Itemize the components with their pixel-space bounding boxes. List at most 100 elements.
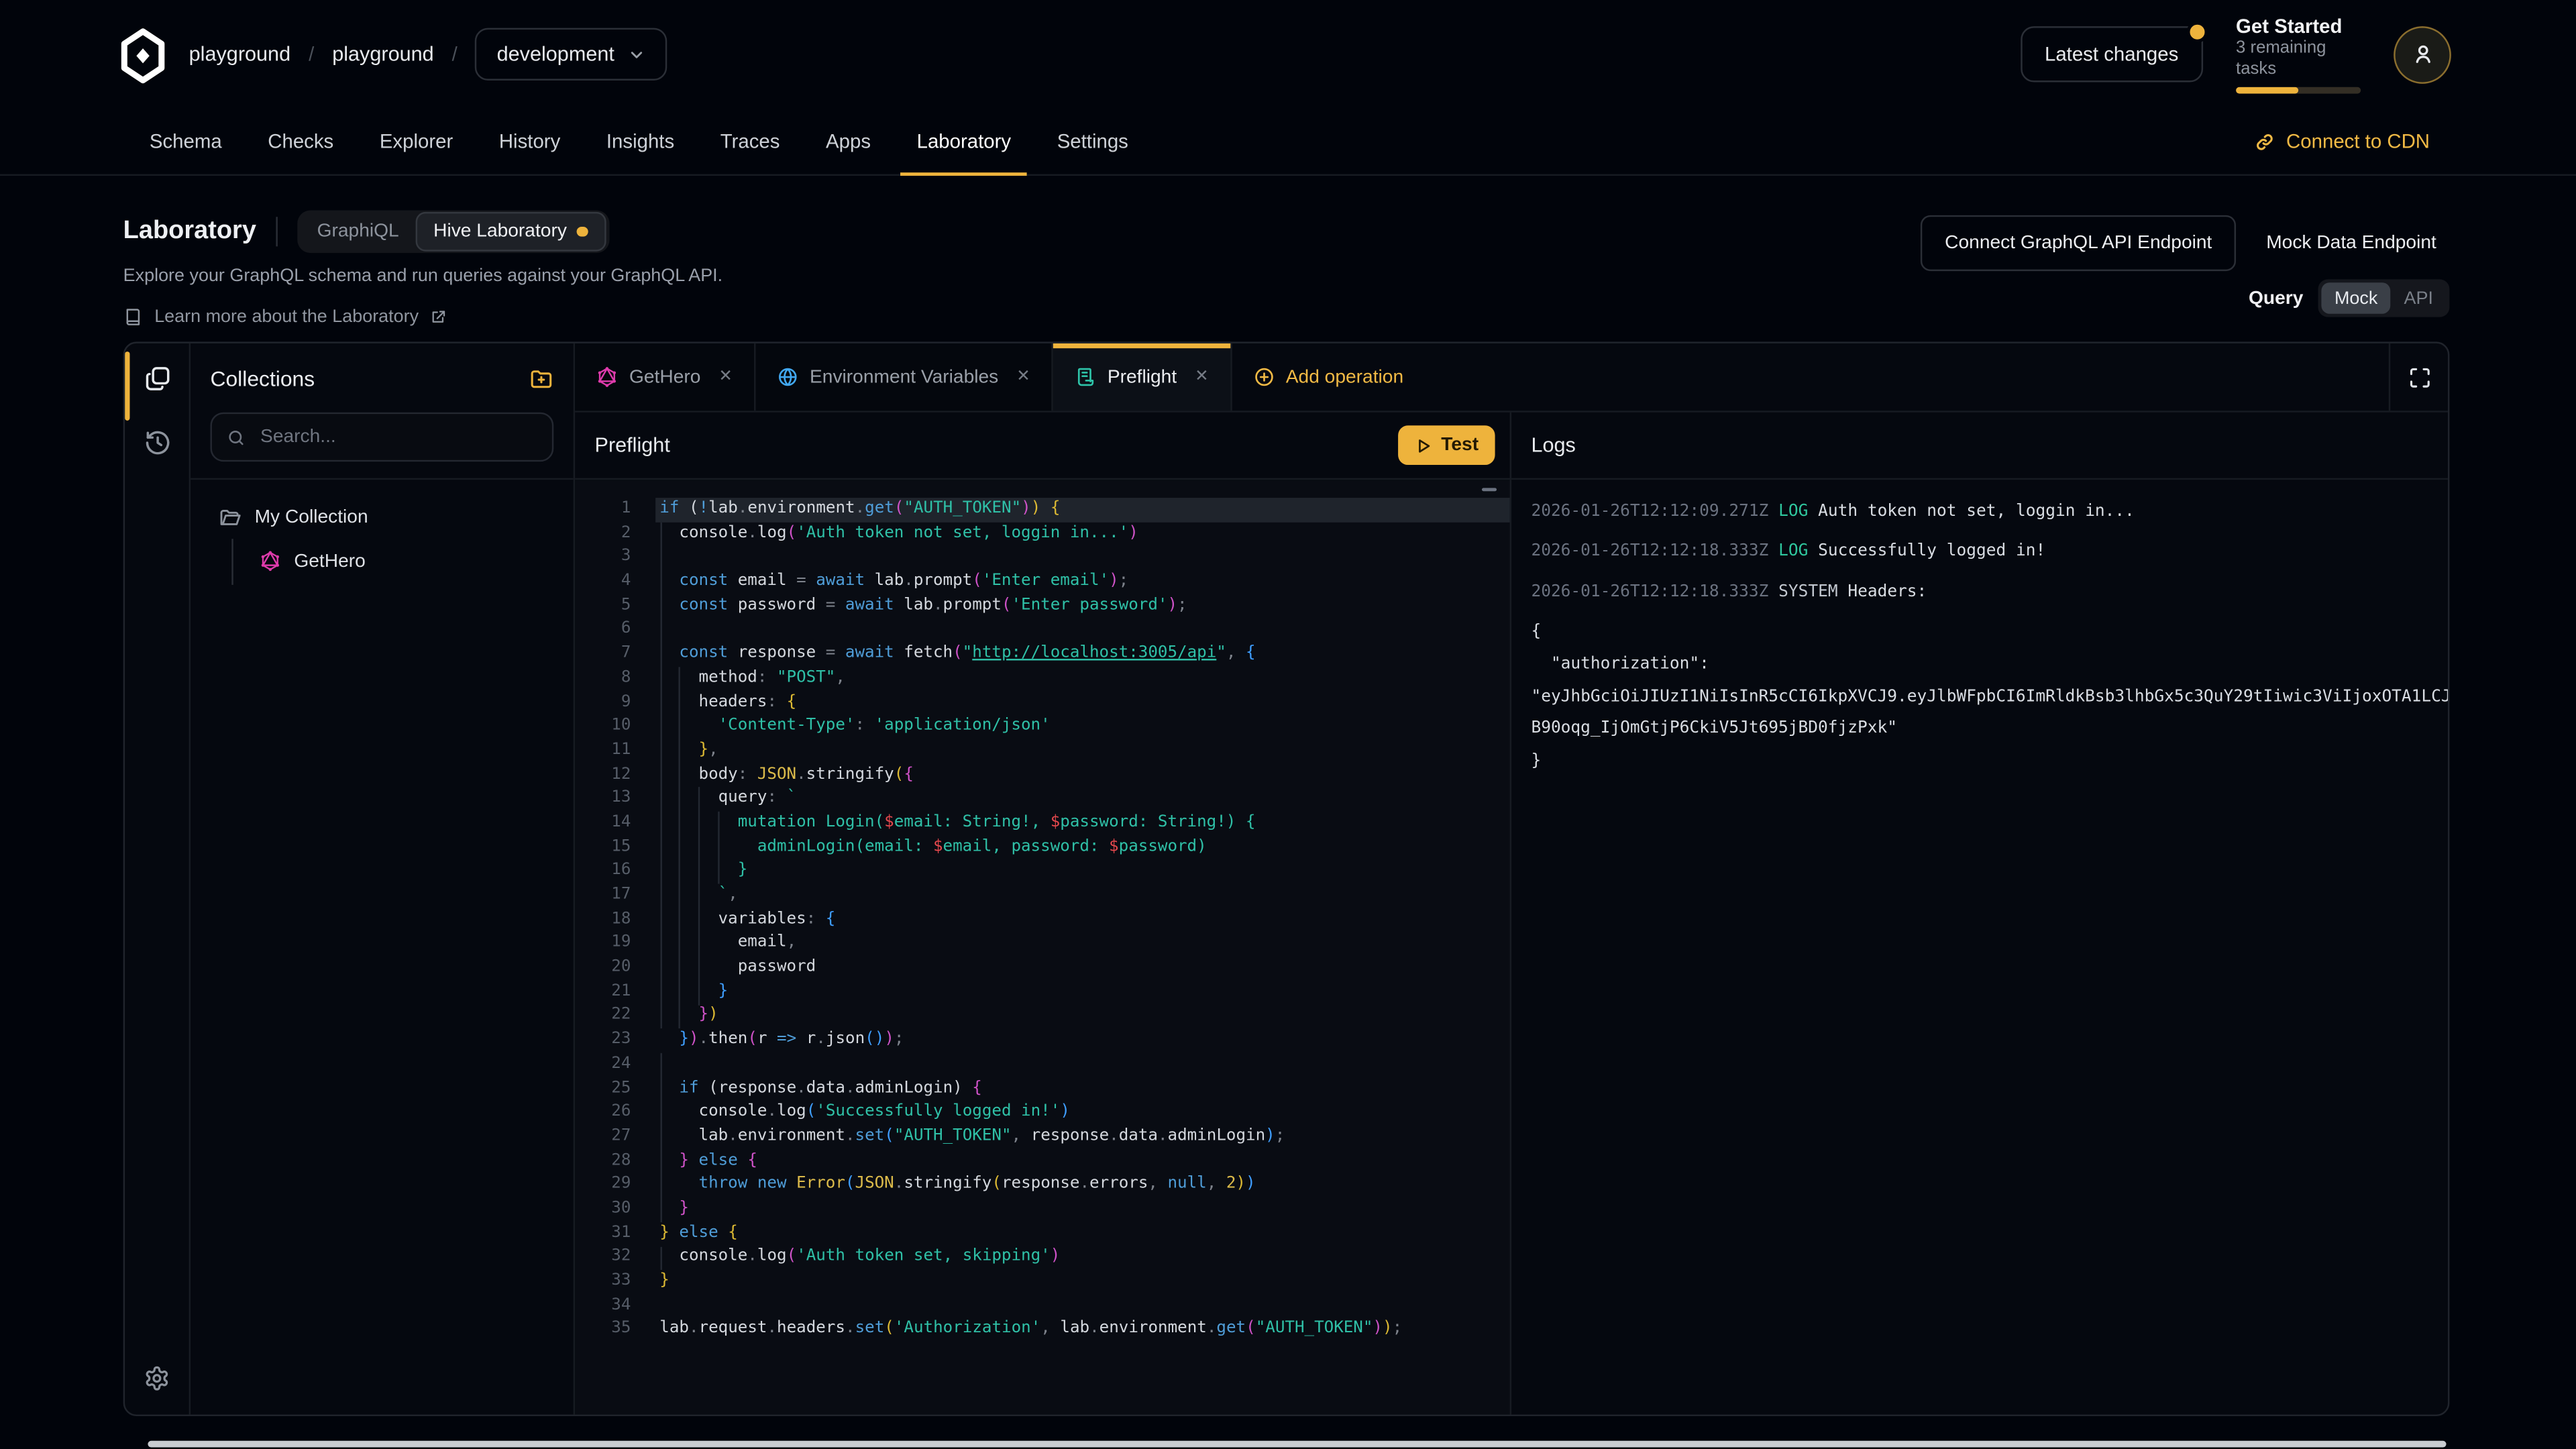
close-icon[interactable]: ✕	[718, 368, 733, 386]
external-link-icon	[430, 309, 446, 325]
query-target-toggle: Mock API	[2318, 279, 2449, 317]
operation-tab-label: GetHero	[629, 367, 700, 386]
log-message: Successfully logged in!	[1818, 543, 2045, 561]
operation-tab-gethero[interactable]: GetHero ✕	[575, 343, 755, 411]
collection-folder-row[interactable]: My Collection	[204, 494, 560, 539]
query-target-mock[interactable]: Mock	[2321, 282, 2391, 314]
close-icon[interactable]: ✕	[1195, 368, 1209, 386]
left-icon-rail	[125, 343, 191, 1415]
code-text: }).then(r => r.json());	[659, 1028, 904, 1053]
code-line: 34	[575, 1294, 1509, 1318]
nav-tab-history[interactable]: History	[476, 109, 584, 174]
collections-icon[interactable]	[143, 365, 171, 393]
latest-changes-button[interactable]: Latest changes	[2020, 26, 2203, 82]
mode-option-graphiql[interactable]: GraphiQL	[301, 213, 415, 250]
nav-tab-settings[interactable]: Settings	[1034, 109, 1151, 174]
line-number: 18	[575, 908, 631, 932]
nav-tab-schema[interactable]: Schema	[127, 109, 245, 174]
test-button[interactable]: Test	[1399, 425, 1495, 465]
code-text: lab.request.headers.set('Authorization',…	[659, 1318, 1402, 1342]
line-number: 3	[575, 546, 631, 570]
line-number: 11	[575, 739, 631, 763]
code-text: const email = await lab.prompt('Enter em…	[659, 570, 1128, 594]
code-line: 3	[575, 546, 1509, 570]
user-avatar[interactable]	[2394, 25, 2451, 83]
nav-tab-explorer[interactable]: Explorer	[357, 109, 476, 174]
log-message: Headers:	[1847, 583, 1927, 601]
mode-option-label: Hive Laboratory	[433, 222, 567, 241]
log-level: LOG	[1778, 502, 1808, 521]
query-target-api[interactable]: API	[2391, 282, 2447, 314]
line-number: 6	[575, 619, 631, 643]
fullscreen-button[interactable]	[2389, 343, 2448, 411]
nav-tab-laboratory[interactable]: Laboratory	[894, 109, 1034, 174]
get-started-subtitle: 3 remaining tasks	[2236, 38, 2361, 80]
line-number: 4	[575, 570, 631, 594]
header-right: Latest changes Get Started 3 remaining t…	[2020, 0, 2451, 109]
collections-tree: My Collection GetHero	[191, 480, 574, 1414]
log-entry: 2026-01-26T12:12:18.333Z SYSTEM Headers:	[1531, 577, 2448, 609]
preflight-code-editor[interactable]: 1if (!lab.environment.get("AUTH_TOKEN"))…	[575, 480, 1511, 1414]
code-text: body: JSON.stringify({	[659, 763, 914, 788]
code-text: console.log('Successfully logged in!')	[659, 1101, 1070, 1125]
line-number: 15	[575, 836, 631, 860]
line-number: 33	[575, 1270, 631, 1294]
breadcrumb-project[interactable]: playground	[332, 43, 433, 66]
settings-gear-icon[interactable]	[143, 1365, 171, 1393]
connect-graphql-endpoint-button[interactable]: Connect GraphQL API Endpoint	[1920, 215, 2237, 271]
operation-tab-label: Environment Variables	[810, 367, 998, 386]
code-line: 21 }	[575, 980, 1509, 1004]
collections-title: Collections	[210, 366, 315, 390]
connect-to-cdn-link[interactable]: Connect to CDN	[2253, 109, 2430, 174]
new-collection-icon[interactable]	[529, 366, 554, 390]
notification-dot	[2187, 21, 2208, 43]
operation-tab-environment-variables[interactable]: Environment Variables ✕	[755, 343, 1053, 411]
code-text: throw new Error(JSON.stringify(response.…	[659, 1173, 1255, 1197]
code-text: query: `	[659, 788, 796, 812]
code-text: lab.environment.set("AUTH_TOKEN", respon…	[659, 1125, 1285, 1149]
fold-handle-icon[interactable]	[1482, 488, 1497, 491]
code-text: console.log('Auth token not set, loggin …	[659, 522, 1138, 546]
mock-data-endpoint-button[interactable]: Mock Data Endpoint	[2266, 233, 2436, 253]
log-timestamp: 2026-01-26T12:12:09.271Z	[1531, 502, 1768, 521]
code-text: variables: {	[659, 908, 835, 932]
learn-more-link[interactable]: Learn more about the Laboratory	[123, 307, 722, 327]
close-icon[interactable]: ✕	[1016, 368, 1030, 386]
line-number: 26	[575, 1101, 631, 1125]
code-text: const response = await fetch("http://loc…	[659, 643, 1255, 667]
hive-logo-icon[interactable]	[115, 28, 170, 84]
code-line: 31} else {	[575, 1222, 1509, 1246]
add-operation-button[interactable]: Add operation	[1253, 343, 1403, 411]
nav-tab-checks[interactable]: Checks	[245, 109, 357, 174]
operation-tab-preflight[interactable]: Preflight✕	[1053, 343, 1232, 411]
search-icon	[227, 427, 246, 448]
line-number: 10	[575, 715, 631, 739]
log-json-line: "eyJhbGciOiJIUzI1NiIsInR5cCI6IkpXVCJ9.ey…	[1531, 681, 2448, 713]
target-selector[interactable]: development	[476, 28, 667, 80]
mode-option-hive-laboratory[interactable]: Hive Laboratory	[415, 212, 605, 252]
line-number: 23	[575, 1028, 631, 1053]
top-header: playground / playground / development La…	[0, 0, 2576, 109]
log-timestamp: 2026-01-26T12:12:18.333Z	[1531, 543, 1768, 561]
breadcrumb-org[interactable]: playground	[189, 43, 290, 66]
code-line: 15 adminLogin(email: $email, password: $…	[575, 836, 1509, 860]
play-icon	[1415, 436, 1433, 454]
horizontal-scrollbar[interactable]	[148, 1441, 2446, 1447]
collections-sidebar: Collections My Collection GetHero	[191, 343, 575, 1415]
preflight-pane-header: Preflight Test	[575, 413, 1511, 480]
nav-tab-apps[interactable]: Apps	[803, 109, 894, 174]
code-line: 12 body: JSON.stringify({	[575, 763, 1509, 788]
nav-tab-insights[interactable]: Insights	[584, 109, 698, 174]
collections-search[interactable]	[210, 413, 553, 462]
code-line: 20 password	[575, 956, 1509, 980]
get-started-widget[interactable]: Get Started 3 remaining tasks	[2236, 15, 2361, 94]
code-text: headers: {	[659, 691, 796, 715]
get-started-progress-fill	[2236, 87, 2298, 94]
code-text: if (!lab.environment.get("AUTH_TOKEN")) …	[659, 498, 1060, 522]
collection-operation-row[interactable]: GetHero	[245, 539, 560, 583]
code-line: 4 const email = await lab.prompt('Enter …	[575, 570, 1509, 594]
log-level: SYSTEM	[1778, 583, 1837, 601]
history-icon[interactable]	[143, 429, 171, 457]
search-input[interactable]	[257, 425, 537, 448]
nav-tab-traces[interactable]: Traces	[697, 109, 802, 174]
